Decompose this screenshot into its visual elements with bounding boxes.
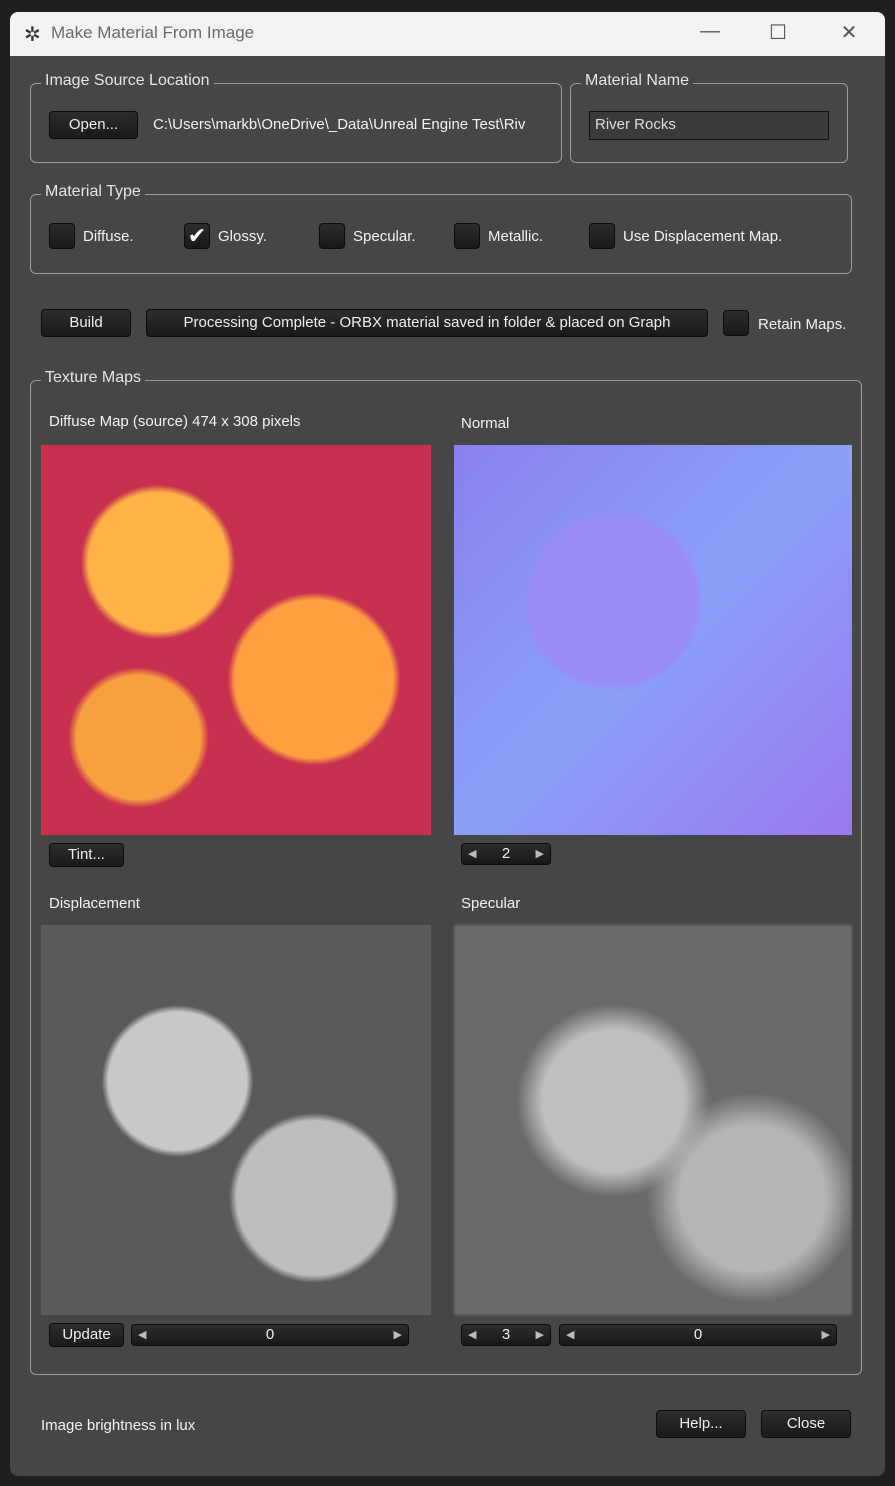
increment-icon[interactable]: ▶ <box>536 1325 544 1345</box>
close-button[interactable]: Close <box>761 1410 851 1438</box>
dialog-window: ✲ Make Material From Image — ☐ ✕ Image S… <box>10 12 885 1476</box>
update-button[interactable]: Update <box>49 1323 124 1347</box>
increment-icon[interactable]: ▶ <box>536 844 544 864</box>
specular-map-label: Specular <box>461 895 521 912</box>
specular-spinner[interactable]: ◀ 3 ▶ <box>461 1324 551 1346</box>
spinner-value: 3 <box>501 1326 511 1343</box>
displacement-map-label: Displacement <box>49 895 140 912</box>
material-name-input[interactable]: River Rocks <box>589 111 829 140</box>
decrement-icon[interactable]: ◀ <box>468 1325 476 1345</box>
displacement-slider[interactable]: ◀ 0 ▶ <box>131 1324 409 1346</box>
group-legend: Material Name <box>581 72 694 90</box>
specular-map-image <box>454 925 852 1315</box>
title-bar: ✲ Make Material From Image — ☐ ✕ <box>10 12 885 56</box>
increment-icon[interactable]: ▶ <box>822 1325 830 1345</box>
group-legend: Image Source Location <box>41 72 214 90</box>
glossy-checkbox[interactable]: ✔ <box>184 223 210 249</box>
retain-maps-label: Retain Maps. <box>758 316 847 333</box>
minimize-button[interactable]: — <box>690 20 730 43</box>
close-window-button[interactable]: ✕ <box>829 20 869 45</box>
glossy-label: Glossy. <box>218 228 267 245</box>
displacement-checkbox[interactable] <box>589 223 615 249</box>
status-text: Image brightness in lux <box>41 1417 196 1434</box>
diffuse-label: Diffuse. <box>83 228 134 245</box>
diffuse-checkbox[interactable] <box>49 223 75 249</box>
normal-strength-spinner[interactable]: ◀ 2 ▶ <box>461 843 551 865</box>
slider-value: 0 <box>693 1326 703 1343</box>
normal-map-label: Normal <box>461 415 510 432</box>
displacement-label: Use Displacement Map. <box>623 228 783 245</box>
specular-label: Specular. <box>353 228 416 245</box>
normal-map-image <box>454 445 852 835</box>
specular-checkbox[interactable] <box>319 223 345 249</box>
spinner-value: 2 <box>501 845 511 862</box>
diffuse-map-image <box>41 445 431 835</box>
build-button[interactable]: Build <box>41 309 131 337</box>
open-button[interactable]: Open... <box>49 111 138 139</box>
group-legend: Material Type <box>41 183 145 201</box>
specular-slider[interactable]: ◀ 0 ▶ <box>559 1324 837 1346</box>
decrement-icon[interactable]: ◀ <box>468 844 476 864</box>
image-source-group: Image Source Location Open... C:\Users\m… <box>30 72 562 163</box>
group-legend: Texture Maps <box>41 369 146 387</box>
retain-maps-checkbox[interactable] <box>723 310 749 336</box>
increment-icon[interactable]: ▶ <box>394 1325 402 1345</box>
decrement-icon[interactable]: ◀ <box>138 1325 146 1345</box>
texture-maps-group: Texture Maps Diffuse Map (source) 474 x … <box>30 369 862 1375</box>
metallic-label: Metallic. <box>488 228 544 245</box>
material-type-group: Material Type Diffuse. ✔ Glossy. Specula… <box>30 183 852 274</box>
window-title: Make Material From Image <box>51 23 255 42</box>
slider-value: 0 <box>265 1326 275 1343</box>
status-display: Processing Complete - ORBX material save… <box>146 309 708 337</box>
app-logo-icon: ✲ <box>24 24 41 46</box>
metallic-checkbox[interactable] <box>454 223 480 249</box>
displacement-map-image <box>41 925 431 1315</box>
diffuse-map-label: Diffuse Map (source) 474 x 308 pixels <box>49 413 301 430</box>
help-button[interactable]: Help... <box>656 1410 746 1438</box>
tint-button[interactable]: Tint... <box>49 843 124 867</box>
decrement-icon[interactable]: ◀ <box>566 1325 574 1345</box>
material-name-group: Material Name River Rocks <box>570 72 848 163</box>
source-path: C:\Users\markb\OneDrive\_Data\Unreal Eng… <box>153 116 526 133</box>
maximize-button[interactable]: ☐ <box>758 20 798 45</box>
